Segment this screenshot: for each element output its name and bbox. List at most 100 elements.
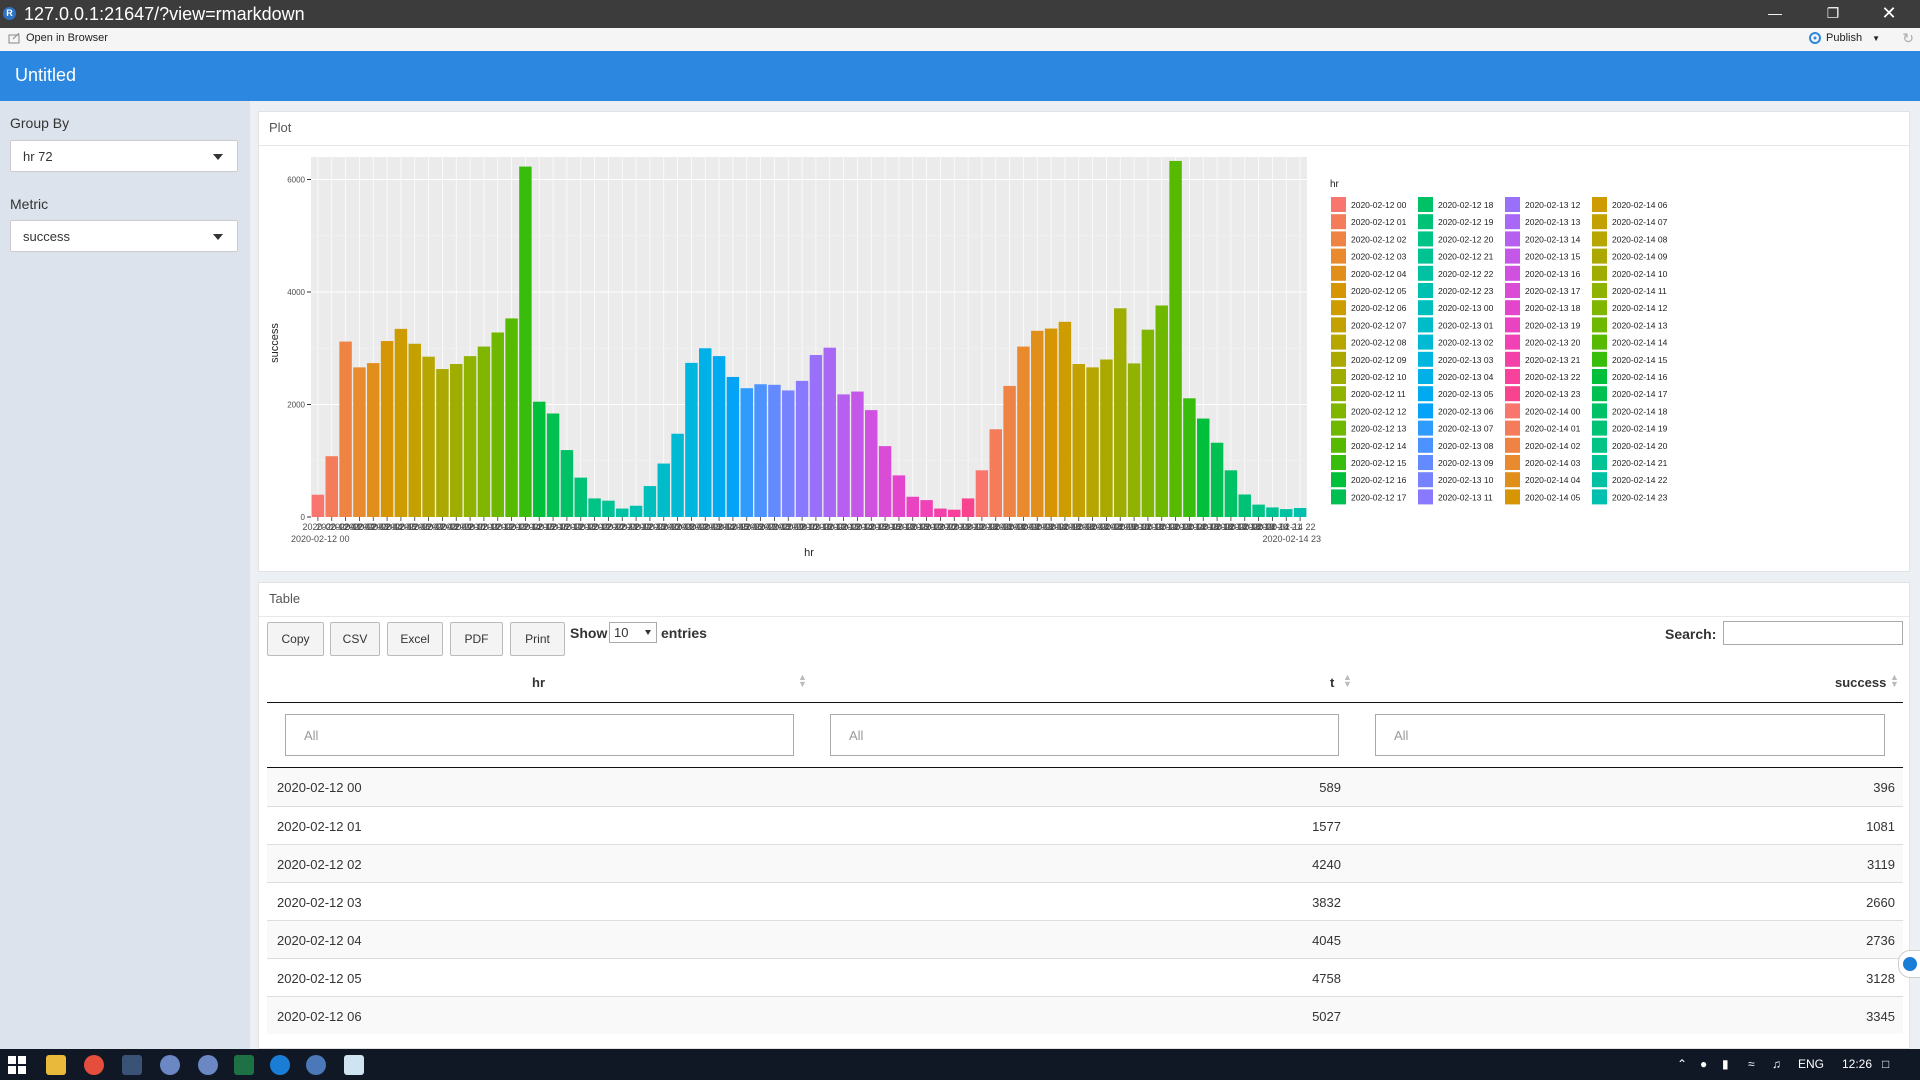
close-icon[interactable]: ✕ <box>1866 0 1912 28</box>
bar <box>975 470 989 517</box>
legend-key <box>1592 489 1607 505</box>
group-by-select[interactable]: hr 72 <box>10 140 238 172</box>
bar <box>1017 346 1030 517</box>
cell-hr: 2020-02-12 00 <box>277 780 362 795</box>
notepad-icon[interactable] <box>344 1055 364 1075</box>
legend-key <box>1505 455 1520 470</box>
bar <box>353 367 366 517</box>
table-row[interactable]: 2020-02-12 01 1577 1081 <box>267 806 1903 844</box>
legend-key <box>1418 455 1433 470</box>
file-explorer-icon[interactable] <box>46 1055 66 1075</box>
bar <box>560 450 574 517</box>
legend-label: 2020-02-14 14 <box>1612 338 1668 348</box>
legend-label: 2020-02-14 03 <box>1525 458 1581 468</box>
notifications-icon[interactable]: □ <box>1882 1057 1889 1071</box>
table-row[interactable]: 2020-02-12 02 4240 3119 <box>267 844 1903 882</box>
legend-key <box>1331 334 1346 350</box>
legend-label: 2020-02-14 23 <box>1612 492 1668 502</box>
rstudio-icon[interactable] <box>306 1055 326 1075</box>
legend-key <box>1592 351 1607 367</box>
restore-icon[interactable]: ❐ <box>1810 0 1856 28</box>
column-header-hr[interactable]: hr <box>532 675 545 690</box>
minimize-icon[interactable]: — <box>1752 0 1798 28</box>
legend-key <box>1505 214 1520 230</box>
legend-label: 2020-02-13 00 <box>1438 303 1494 313</box>
search-input[interactable] <box>1723 621 1903 645</box>
legend-label: 2020-02-13 06 <box>1438 406 1494 416</box>
r-icon[interactable] <box>160 1055 180 1075</box>
sort-icon[interactable]: ▲ ▼ <box>798 673 807 689</box>
cell-t: 3832 <box>1312 895 1341 910</box>
filter-hr-input[interactable]: All <box>285 714 794 756</box>
legend-label: 2020-02-14 16 <box>1612 372 1668 382</box>
table-row[interactable]: 2020-02-12 05 4758 3128 <box>267 958 1903 996</box>
table-row[interactable]: 2020-02-12 03 3832 2660 <box>267 882 1903 920</box>
excel-button[interactable]: Excel <box>387 622 443 656</box>
bar <box>878 446 892 517</box>
publish-button[interactable]: Publish ▼ <box>1808 32 1880 44</box>
legend-label: 2020-02-12 17 <box>1351 492 1407 502</box>
clock[interactable]: 12:26 <box>1842 1057 1872 1071</box>
cell-t: 5027 <box>1312 1009 1341 1024</box>
legend-key <box>1418 334 1433 350</box>
legend-label: 2020-02-14 19 <box>1612 424 1668 434</box>
bar <box>1072 364 1085 517</box>
r-icon[interactable] <box>198 1055 218 1075</box>
csv-button[interactable]: CSV <box>330 622 380 656</box>
legend-key <box>1418 386 1433 402</box>
metric-select[interactable]: success <box>10 220 238 252</box>
column-header-success[interactable]: success <box>1835 675 1886 690</box>
legend-key <box>1592 300 1607 316</box>
print-button[interactable]: Print <box>510 622 565 656</box>
table-row[interactable]: 2020-02-12 04 4045 2736 <box>267 920 1903 958</box>
cell-t: 4758 <box>1312 971 1341 986</box>
metric-label: Metric <box>10 196 49 212</box>
bar <box>1086 367 1099 517</box>
cell-t: 1577 <box>1312 819 1341 834</box>
wifi-icon[interactable]: ≈ <box>1748 1057 1755 1071</box>
sort-icon[interactable]: ▲ ▼ <box>1343 673 1352 689</box>
bar <box>1100 359 1113 517</box>
microphone-icon[interactable]: ● <box>1700 1057 1707 1071</box>
teamviewer-handle-icon[interactable] <box>1898 950 1920 978</box>
filter-success-input[interactable]: All <box>1375 714 1885 756</box>
legend-key <box>1505 420 1520 436</box>
windows-start-icon[interactable] <box>8 1056 26 1074</box>
table-row[interactable]: 2020-02-12 00 589 396 <box>267 768 1903 806</box>
language-indicator[interactable]: ENG <box>1798 1057 1824 1071</box>
bar <box>380 341 394 517</box>
bar <box>533 401 546 517</box>
table-row[interactable]: 2020-02-12 06 5027 3345 <box>267 996 1903 1034</box>
copy-button[interactable]: Copy <box>267 622 324 656</box>
legend-label: 2020-02-14 04 <box>1525 475 1581 485</box>
bar <box>892 475 906 517</box>
legend-label: 2020-02-13 04 <box>1438 372 1494 382</box>
app-title: Untitled <box>15 65 77 85</box>
open-browser-icon <box>8 32 20 43</box>
legend-key <box>1505 197 1520 212</box>
bar <box>505 318 518 517</box>
legend-key <box>1418 472 1433 488</box>
legend-key <box>1505 369 1520 384</box>
column-header-t[interactable]: t <box>1330 675 1334 690</box>
pdf-button[interactable]: PDF <box>450 622 503 656</box>
open-in-browser-button[interactable]: Open in Browser <box>8 32 108 44</box>
chevron-up-icon[interactable]: ⌃ <box>1677 1057 1687 1071</box>
volume-icon[interactable]: ♫ <box>1772 1057 1781 1071</box>
legend-label: 2020-02-14 18 <box>1612 406 1668 416</box>
legend-label: 2020-02-12 15 <box>1351 458 1407 468</box>
chrome-icon[interactable] <box>84 1055 104 1075</box>
entries-label: entries <box>661 625 707 641</box>
battery-icon[interactable]: ▮ <box>1722 1057 1729 1071</box>
excel-icon[interactable] <box>234 1055 254 1075</box>
filter-t-input[interactable]: All <box>830 714 1339 756</box>
bar <box>1114 308 1127 517</box>
legend-label: 2020-02-12 22 <box>1438 269 1494 279</box>
app-icon[interactable] <box>122 1055 142 1075</box>
caret-down-icon <box>213 234 223 240</box>
teamviewer-icon[interactable] <box>270 1055 290 1075</box>
page-length-select[interactable]: 10 <box>609 622 657 643</box>
refresh-icon[interactable]: ↻ <box>1902 30 1914 47</box>
bar <box>851 391 864 517</box>
sort-icon[interactable]: ▲ ▼ <box>1890 673 1899 689</box>
